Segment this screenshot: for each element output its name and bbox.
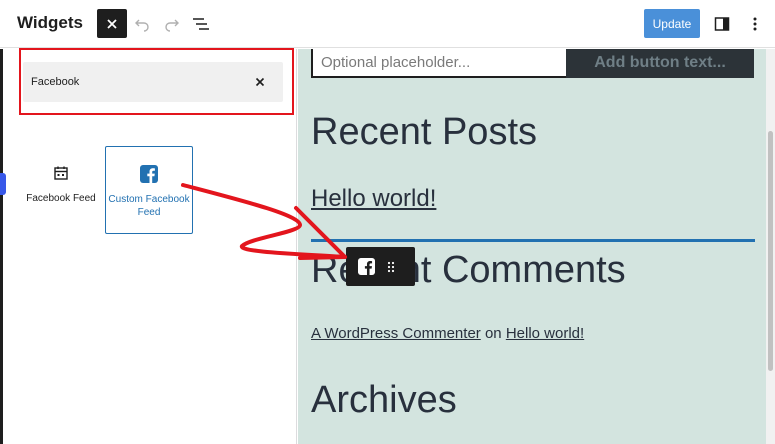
archives-heading: Archives: [311, 379, 457, 421]
facebook-icon: [138, 163, 160, 185]
panel-edge: [0, 49, 3, 444]
more-vertical-icon: [753, 17, 757, 31]
editor-header: Widgets Update: [0, 0, 775, 48]
annotation-highlight-box: [19, 48, 294, 115]
close-inserter-button[interactable]: [97, 9, 127, 38]
comment-on-text: on: [484, 325, 502, 342]
subscribe-input[interactable]: Optional placeholder...: [311, 49, 568, 78]
close-icon: [107, 18, 117, 29]
block-label: Custom Facebook Feed: [108, 194, 190, 218]
comment-author-link[interactable]: A WordPress Commenter: [311, 325, 481, 342]
sidebar-toggle-icon: [714, 17, 730, 31]
redo-button[interactable]: [160, 12, 184, 36]
settings-toggle-button[interactable]: [710, 12, 734, 36]
block-drag-toolbar[interactable]: [346, 247, 415, 286]
page-title: Widgets: [17, 13, 83, 32]
update-button[interactable]: Update: [644, 9, 700, 38]
subscribe-button[interactable]: Add button text...: [566, 49, 754, 78]
block-label: Facebook Feed: [26, 193, 96, 204]
hello-world-link[interactable]: Hello world!: [311, 185, 436, 213]
redo-icon: [165, 19, 179, 32]
block-facebook-feed[interactable]: Facebook Feed: [17, 146, 105, 234]
button-text: Add button text...: [594, 53, 726, 71]
list-view-button[interactable]: [189, 12, 213, 36]
input-placeholder: Optional placeholder...: [321, 54, 471, 71]
facebook-icon: [358, 258, 375, 275]
list-view-icon: [193, 18, 209, 30]
undo-icon: [135, 19, 149, 32]
undo-button[interactable]: [130, 12, 154, 36]
block-custom-facebook-feed[interactable]: Custom Facebook Feed: [105, 146, 193, 234]
canvas-scrollbar[interactable]: [766, 49, 775, 444]
recent-posts-heading: Recent Posts: [311, 111, 537, 153]
drop-indicator: [311, 239, 755, 242]
drag-handle-icon[interactable]: [387, 261, 395, 273]
recent-comment-item: A WordPress Commenter on Hello world!: [311, 325, 584, 342]
calendar-icon: [50, 162, 72, 184]
options-menu-button[interactable]: [743, 12, 767, 36]
scrollbar-thumb[interactable]: [768, 131, 773, 371]
comment-post-link[interactable]: Hello world!: [506, 325, 584, 342]
resize-handle[interactable]: [0, 173, 6, 195]
